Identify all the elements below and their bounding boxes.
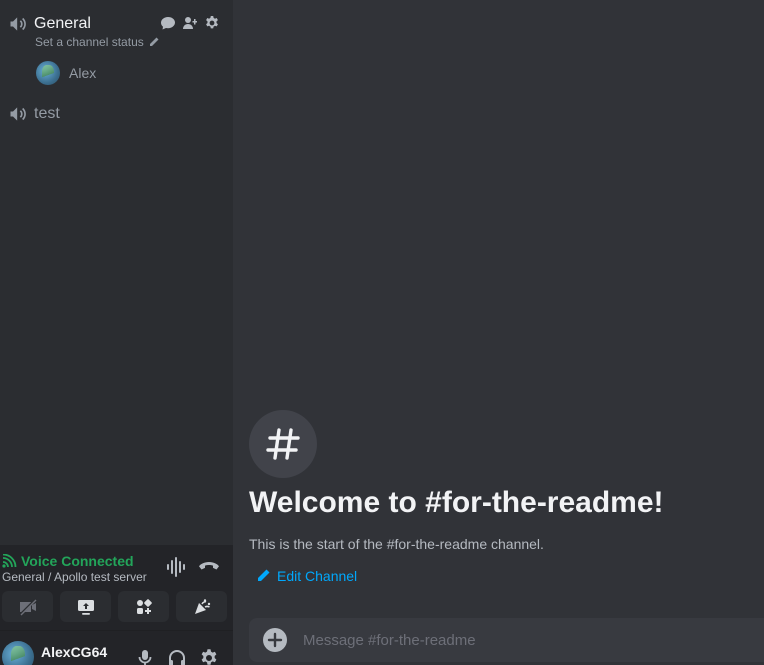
noise-suppression-icon[interactable] bbox=[166, 557, 188, 577]
soundboard-button[interactable] bbox=[176, 591, 227, 622]
screen-share-button[interactable] bbox=[60, 591, 111, 622]
voice-channel-test[interactable]: test bbox=[8, 104, 60, 124]
welcome-subtitle: This is the start of the #for-the-readme… bbox=[249, 536, 544, 552]
soundboard-icon bbox=[194, 598, 210, 614]
voice-user-name: Alex bbox=[69, 65, 97, 81]
camera-off-icon bbox=[18, 597, 37, 616]
gear-icon[interactable] bbox=[199, 648, 219, 665]
voice-channel-general[interactable]: General bbox=[8, 14, 91, 34]
edit-channel-link[interactable]: Edit Channel bbox=[255, 568, 357, 584]
speaker-icon bbox=[8, 104, 28, 124]
message-composer bbox=[249, 618, 764, 662]
voice-actions bbox=[2, 591, 230, 622]
camera-button[interactable] bbox=[2, 591, 53, 622]
microphone-icon[interactable] bbox=[135, 648, 155, 665]
invite-members-icon[interactable] bbox=[182, 15, 198, 31]
voice-status[interactable]: Voice Connected bbox=[2, 553, 134, 569]
username[interactable]: AlexCG64 bbox=[41, 644, 107, 660]
channel-name: test bbox=[34, 105, 60, 122]
activities-button[interactable] bbox=[118, 591, 169, 622]
voice-connection-panel: Voice Connected General / Apollo test se… bbox=[0, 545, 233, 631]
add-attachment-button[interactable] bbox=[263, 628, 287, 652]
hashtag-icon bbox=[249, 410, 317, 478]
edit-channel-label: Edit Channel bbox=[277, 568, 358, 584]
plus-icon bbox=[267, 632, 283, 648]
voice-location[interactable]: General / Apollo test server bbox=[2, 570, 147, 584]
voice-channel-user[interactable]: Alex bbox=[36, 61, 96, 85]
chat-bubble-icon[interactable] bbox=[160, 15, 176, 31]
user-panel: AlexCG64 bbox=[0, 631, 233, 665]
pencil-icon bbox=[148, 36, 160, 48]
avatar[interactable] bbox=[2, 641, 34, 665]
pencil-icon bbox=[258, 569, 270, 581]
activities-icon bbox=[136, 598, 152, 614]
channel-status-placeholder: Set a channel status bbox=[35, 35, 144, 49]
channel-name: General bbox=[34, 15, 91, 32]
gear-icon[interactable] bbox=[204, 15, 220, 31]
welcome-title: Welcome to #for-the-readme! bbox=[249, 486, 664, 519]
chat-main: Welcome to #for-the-readme! This is the … bbox=[233, 0, 764, 665]
screen-share-icon bbox=[77, 599, 94, 615]
headphones-icon[interactable] bbox=[167, 648, 187, 665]
avatar bbox=[36, 61, 60, 85]
speaker-icon bbox=[8, 14, 28, 34]
channel-status-button[interactable]: Set a channel status bbox=[35, 35, 160, 49]
voice-status-text: Voice Connected bbox=[21, 553, 134, 569]
disconnect-icon[interactable] bbox=[198, 559, 220, 575]
channel-actions bbox=[160, 15, 220, 31]
signal-icon bbox=[2, 553, 18, 568]
message-input[interactable] bbox=[303, 631, 743, 649]
